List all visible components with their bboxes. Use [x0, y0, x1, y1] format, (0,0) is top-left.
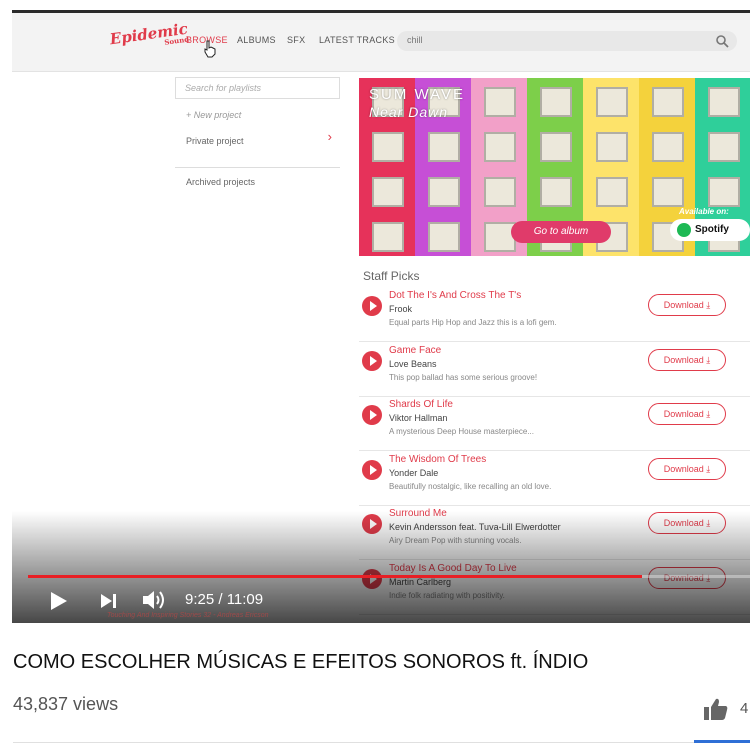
- divider: [13, 742, 750, 743]
- artwork-tile: [639, 78, 695, 123]
- artwork-tile: [695, 123, 750, 168]
- album-title: SUM WAVE: [369, 86, 466, 103]
- projects-sidebar: Search for playlists + New project Priva…: [175, 77, 340, 187]
- pointer-hand-icon: [204, 40, 216, 58]
- play-track-icon[interactable]: [362, 296, 382, 316]
- download-label: Download: [663, 300, 704, 310]
- track-title[interactable]: The Wisdom Of Trees: [389, 454, 486, 465]
- play-track-icon[interactable]: [362, 350, 382, 371]
- spotify-icon: [677, 223, 691, 237]
- artwork-tile: [471, 123, 527, 168]
- album-subtitle: Near Dawn: [369, 104, 449, 120]
- active-indicator: [694, 740, 750, 743]
- spotify-button[interactable]: Spotify: [670, 219, 750, 241]
- archived-projects-link[interactable]: Archived projects: [175, 177, 340, 187]
- chevron-right-icon: ›: [327, 129, 332, 144]
- track-row[interactable]: Shards Of Life Viktor Hallman A mysterious…: [359, 397, 750, 452]
- available-on-label: Available on:: [679, 207, 729, 216]
- thumbs-up-icon[interactable]: [703, 697, 729, 721]
- nav-latest-tracks[interactable]: LATEST TRACKS: [319, 35, 395, 45]
- video-title: COMO ESCOLHER MÚSICAS E EFEITOS SONOROS …: [13, 651, 589, 673]
- go-to-album-button[interactable]: Go to album: [511, 221, 611, 243]
- nav-sfx[interactable]: SFX: [287, 35, 305, 45]
- artwork-tile: [415, 123, 471, 168]
- search-icon[interactable]: [715, 34, 729, 48]
- staff-picks-heading: Staff Picks: [363, 269, 420, 283]
- artwork-tile: [359, 213, 415, 256]
- track-artist: Yonder Dale: [389, 467, 439, 478]
- download-label: Download: [663, 409, 704, 420]
- artwork-tile: [583, 123, 639, 168]
- track-artist: Love Beans: [389, 358, 437, 369]
- play-icon[interactable]: [48, 591, 68, 611]
- epidemic-logo[interactable]: Epidemic Sound: [109, 20, 190, 55]
- track-artist: Viktor Hallman: [389, 413, 448, 424]
- skip-next-icon[interactable]: [100, 593, 118, 609]
- search-value: chill: [407, 35, 423, 45]
- artwork-tile: [639, 123, 695, 168]
- album-banner[interactable]: SUM WAVE Near Dawn Go to album Available…: [359, 78, 750, 256]
- like-count: 4: [740, 700, 749, 717]
- spotify-label: Spotify: [695, 224, 729, 235]
- artwork-tile: [527, 123, 583, 168]
- track-description: This pop ballad has some serious groove!: [389, 372, 538, 382]
- track-description: A mysterious Deep House masterpiece...: [389, 427, 534, 437]
- progress-bar[interactable]: [28, 575, 750, 578]
- download-button[interactable]: Download ⤓: [648, 403, 726, 426]
- artwork-tile: [583, 78, 639, 123]
- download-label: Download: [663, 354, 704, 365]
- artwork-tile: [527, 78, 583, 123]
- now-playing-bar: Touching And Inspiring Stories 32 - Andr…: [107, 612, 269, 619]
- artwork-tile: [359, 168, 415, 213]
- artwork-tile: [583, 168, 639, 213]
- nav-albums[interactable]: ALBUMS: [237, 35, 276, 45]
- track-row[interactable]: Game Face Love Beans This pop ballad has s…: [359, 343, 750, 397]
- new-project-link[interactable]: + New project: [175, 110, 340, 120]
- artwork-tile: [359, 123, 415, 168]
- search-input[interactable]: chill: [397, 31, 737, 51]
- volume-icon[interactable]: [142, 589, 168, 611]
- download-label: Download: [663, 463, 704, 474]
- play-track-icon[interactable]: [362, 405, 382, 426]
- artwork-tile: [695, 78, 750, 123]
- track-description: Equal parts Hip Hop and Jazz this is a l…: [389, 318, 557, 327]
- progress-fill: [28, 575, 642, 578]
- private-project-item[interactable]: Private project ›: [175, 129, 340, 146]
- track-description: Beautifully nostalgic, like recalling an…: [389, 481, 552, 491]
- playlist-search-input[interactable]: Search for playlists: [175, 77, 340, 99]
- download-button[interactable]: Download ⤓: [648, 348, 726, 371]
- track-title[interactable]: Game Face: [389, 345, 441, 356]
- track-artist: Frook: [389, 304, 413, 314]
- video-player[interactable]: Epidemic Sound BROWSE ALBUMS SFX LATEST …: [12, 13, 750, 623]
- artwork-tile: [415, 168, 471, 213]
- divider: [175, 167, 340, 168]
- artwork-tile: [471, 168, 527, 213]
- view-count: 43,837 views: [13, 694, 119, 714]
- track-row[interactable]: The Wisdom Of Trees Yonder Dale Beautifull…: [359, 452, 750, 506]
- time-display: 9:25 / 11:09: [185, 591, 264, 608]
- site-header: Epidemic Sound BROWSE ALBUMS SFX LATEST …: [12, 13, 750, 72]
- download-button[interactable]: Download ⤓: [648, 457, 726, 480]
- play-track-icon[interactable]: [362, 459, 382, 480]
- artwork-tile: [471, 78, 527, 123]
- track-row[interactable]: Dot The I's And Cross The T's Frook Equal …: [359, 288, 750, 342]
- private-project-label: Private project: [186, 136, 244, 146]
- track-title[interactable]: Dot The I's And Cross The T's: [389, 290, 521, 301]
- artwork-tile: [415, 213, 471, 256]
- track-title[interactable]: Shards Of Life: [389, 399, 453, 410]
- download-button[interactable]: Download ⤓: [648, 294, 726, 316]
- artwork-tile: [527, 168, 583, 213]
- player-controls-overlay: [12, 511, 750, 623]
